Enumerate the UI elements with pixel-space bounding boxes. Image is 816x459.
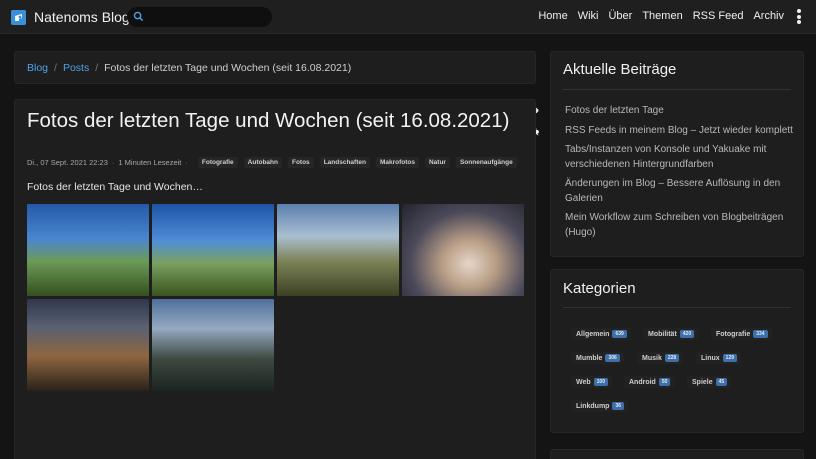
category-count-badge: 334 [753, 330, 768, 338]
nav-rss-feed[interactable]: RSS Feed [693, 10, 744, 22]
nav-themen[interactable]: Themen [642, 10, 682, 22]
categories-title: Kategorien [563, 280, 636, 297]
search-icon [133, 11, 144, 22]
breadcrumb-posts[interactable]: Posts [63, 62, 89, 74]
divider [563, 307, 791, 308]
top-navbar: Natenoms Blog Home Wiki Über Themen RSS … [0, 0, 816, 34]
post-card: Fotos der letzten Tage und Wochen (seit … [14, 99, 536, 459]
nav-ueber[interactable]: Über [608, 10, 632, 22]
nav-home[interactable]: Home [538, 10, 567, 22]
post-meta: Di., 07 Sept. 2021 22:23 · 1 Minuten Les… [27, 157, 517, 168]
category-count-badge: 639 [612, 330, 627, 338]
gallery-photo[interactable] [152, 204, 274, 296]
category-label: Android [629, 379, 656, 386]
category-label: Mobilität [648, 331, 677, 338]
more-vertical-icon[interactable] [796, 9, 801, 24]
tag-landschaften[interactable]: Landschaften [319, 157, 370, 168]
recent-post-link[interactable]: RSS Feeds in meinem Blog – Jetzt wieder … [565, 124, 795, 139]
logo-icon[interactable] [11, 10, 26, 25]
gallery-photo[interactable] [277, 204, 399, 296]
recent-post-link[interactable]: Mein Workflow zum Schreiben von Blogbeit… [565, 211, 795, 240]
tag-autobahn[interactable]: Autobahn [243, 157, 282, 168]
category-count-badge: 129 [722, 354, 738, 362]
category-linux[interactable]: Linux 129 [696, 352, 742, 364]
breadcrumb: Blog / Posts / Fotos der letzten Tage un… [14, 51, 536, 84]
search-input[interactable] [127, 7, 272, 27]
breadcrumb-current: Fotos der letzten Tage und Wochen (seit … [104, 61, 352, 74]
recent-posts-title: Aktuelle Beiträge [563, 61, 677, 78]
post-lead: Fotos der letzten Tage und Wochen… [27, 181, 203, 193]
gallery-photo[interactable] [27, 204, 149, 296]
site-title[interactable]: Natenoms Blog [34, 9, 130, 25]
category-label: Linux [701, 355, 720, 362]
nav-wiki[interactable]: Wiki [578, 10, 599, 22]
recent-post-link[interactable]: Fotos der letzten Tage [565, 104, 795, 119]
gallery-photo[interactable] [402, 204, 524, 296]
recent-posts-list: Fotos der letzten Tage RSS Feeds in mein… [565, 104, 795, 245]
category-allgemein[interactable]: Allgemein 639 [571, 328, 631, 340]
tag-natur[interactable]: Natur [424, 157, 450, 168]
category-label: Linkdump [576, 403, 610, 410]
category-label: Mumble [576, 355, 603, 362]
next-widget [550, 449, 804, 459]
breadcrumb-separator: / [54, 61, 57, 74]
nav-archiv[interactable]: Archiv [753, 10, 784, 22]
gallery-photo[interactable] [27, 299, 149, 391]
category-count-badge: 45 [715, 378, 728, 386]
breadcrumb-blog[interactable]: Blog [27, 62, 48, 74]
reading-time: 1 Minuten Lesezeit [118, 158, 182, 167]
tag-makrofotos[interactable]: Makrofotos [375, 157, 419, 168]
category-count-badge: 228 [664, 354, 680, 362]
category-android[interactable]: Android 50 [624, 376, 675, 388]
category-fotografie[interactable]: Fotografie 334 [711, 328, 772, 340]
post-title: Fotos der letzten Tage und Wochen (seit … [27, 109, 510, 132]
category-musik[interactable]: Musik 228 [637, 352, 684, 364]
category-count-badge: 306 [605, 354, 620, 362]
main-nav: Home Wiki Über Themen RSS Feed Archiv [528, 10, 784, 22]
category-mobilitaet[interactable]: Mobilität 420 [643, 328, 699, 340]
recent-posts-widget: Aktuelle Beiträge Fotos der letzten Tage… [550, 51, 804, 257]
category-label: Musik [642, 355, 662, 362]
category-label: Allgemein [576, 331, 610, 338]
breadcrumb-separator: / [95, 61, 99, 74]
category-label: Spiele [692, 379, 713, 386]
category-label: Fotografie [716, 331, 751, 338]
post-date: Di., 07 Sept. 2021 22:23 [27, 158, 108, 167]
tag-sonnenaufgaenge[interactable]: Sonnenaufgänge [455, 157, 517, 168]
category-label: Web [576, 379, 591, 386]
category-linkdump[interactable]: Linkdump 36 [571, 400, 629, 412]
photo-gallery [27, 204, 525, 391]
category-spiele[interactable]: Spiele 45 [687, 376, 732, 388]
recent-post-link[interactable]: Änderungen im Blog – Bessere Auflösung i… [565, 177, 795, 206]
categories-widget: Kategorien Allgemein 639 Mobilität 420 Fot… [550, 269, 804, 433]
category-count-badge: 100 [593, 378, 608, 386]
category-count-badge: 50 [658, 378, 671, 386]
recent-post-link[interactable]: Tabs/Instanzen von Konsole und Yakuake m… [565, 143, 795, 172]
tag-fotos[interactable]: Fotos [287, 157, 314, 168]
gallery-photo[interactable] [152, 299, 274, 391]
tag-fotografie[interactable]: Fotografie [197, 157, 238, 168]
divider [563, 89, 791, 90]
category-count-badge: 420 [679, 330, 695, 338]
category-count-badge: 36 [612, 402, 625, 410]
category-mumble[interactable]: Mumble 306 [571, 352, 624, 364]
category-web[interactable]: Web 100 [571, 376, 612, 388]
